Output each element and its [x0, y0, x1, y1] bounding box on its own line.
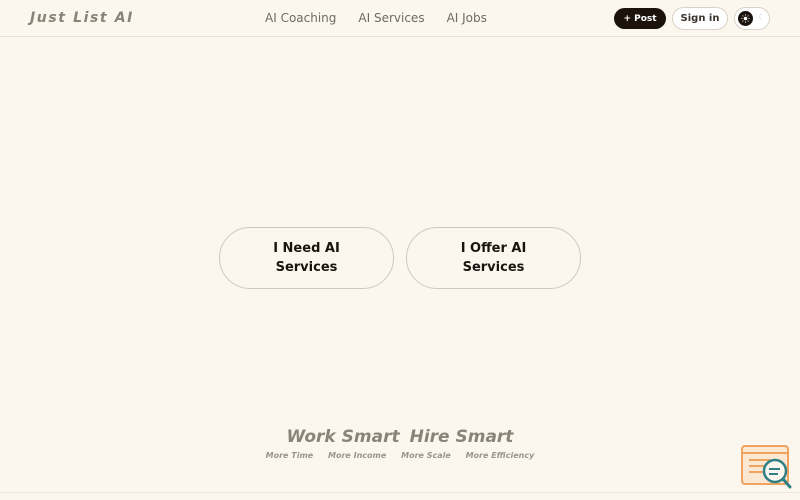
theme-toggle[interactable]: ☾ [734, 7, 770, 30]
offer-ai-services-button[interactable]: I Offer AI Services [406, 227, 581, 289]
tagline-work-smart: Work Smart [286, 427, 400, 447]
tagline: Work Smart Hire Smart [0, 427, 800, 447]
moon-icon: ☾ [758, 13, 766, 22]
page: Just List AI AI Coaching AI Services AI … [0, 0, 800, 500]
benefits-list: More Time More Income More Scale More Ef… [0, 451, 800, 460]
need-ai-services-button[interactable]: I Need AI Services [219, 227, 394, 289]
need-ai-services-label: I Need AI Services [273, 241, 340, 275]
sign-in-button[interactable]: Sign in [672, 7, 728, 30]
post-button[interactable]: + Post [614, 8, 666, 29]
nav-ai-jobs[interactable]: AI Jobs [447, 11, 487, 25]
logo[interactable]: Just List AI [30, 10, 134, 26]
tagline-hire-smart: Hire Smart [409, 427, 514, 447]
search-document-icon[interactable] [740, 444, 792, 490]
header: Just List AI AI Coaching AI Services AI … [0, 0, 800, 37]
offer-ai-services-label: I Offer AI Services [460, 241, 527, 275]
sun-icon [738, 11, 753, 26]
nav-ai-coaching[interactable]: AI Coaching [265, 11, 336, 25]
benefit-item: More Scale [401, 451, 451, 460]
benefit-item: More Time [265, 451, 314, 460]
benefit-item: More Income [328, 451, 387, 460]
nav-ai-services[interactable]: AI Services [358, 11, 424, 25]
main-nav: AI Coaching AI Services AI Jobs [265, 11, 487, 25]
footer-divider [0, 492, 800, 493]
benefit-item: More Efficiency [465, 451, 535, 460]
